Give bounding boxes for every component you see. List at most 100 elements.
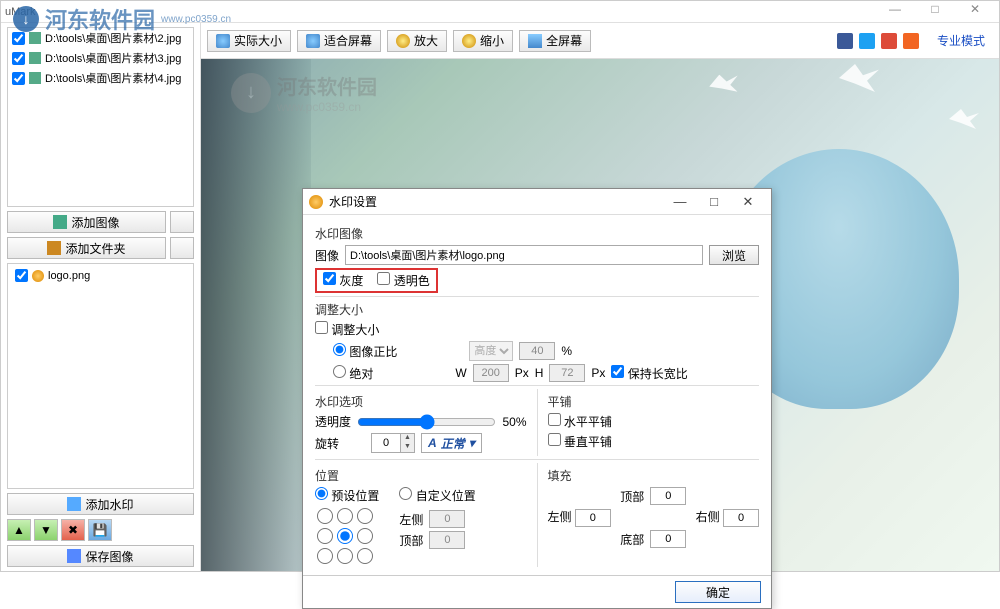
tile-v-checkbox[interactable]: [548, 433, 561, 446]
pos-br-radio[interactable]: [357, 548, 373, 564]
opacity-slider[interactable]: [357, 414, 496, 430]
image-label: 图像: [315, 247, 339, 264]
minimize-button[interactable]: —: [875, 2, 915, 22]
resize-checkbox[interactable]: [315, 321, 328, 334]
pad-right-input[interactable]: [723, 509, 759, 527]
ok-button[interactable]: 确定: [675, 581, 761, 603]
add-image-icon: [53, 215, 67, 229]
spin-down-icon[interactable]: ▼: [401, 443, 414, 452]
pos-mc-radio[interactable]: [337, 528, 353, 544]
browse-button[interactable]: 浏览: [709, 245, 759, 265]
position-grid: [317, 508, 379, 564]
save-image-button[interactable]: 保存图像: [7, 545, 194, 567]
dialog-maximize-button[interactable]: □: [697, 194, 731, 209]
proportional-radio[interactable]: [333, 343, 346, 356]
fullscreen-button[interactable]: 全屏幕: [519, 30, 591, 52]
fit-screen-button[interactable]: 适合屏幕: [297, 30, 381, 52]
highlight-box: 灰度 透明色: [315, 268, 438, 293]
spin-up-icon[interactable]: ▲: [401, 434, 414, 443]
watermark-name: logo.png: [48, 270, 90, 282]
custom-top-input[interactable]: [429, 531, 465, 549]
logo-icon: [32, 270, 44, 282]
opacity-value: 50%: [502, 415, 526, 429]
width-input[interactable]: [473, 364, 509, 382]
add-folder-button[interactable]: 添加文件夹: [7, 237, 166, 259]
grayscale-checkbox[interactable]: [323, 272, 336, 285]
zoom-in-button[interactable]: 放大: [387, 30, 447, 52]
pos-tr-radio[interactable]: [357, 508, 373, 524]
custom-left-label: 左侧: [399, 511, 423, 528]
height-input[interactable]: [549, 364, 585, 382]
file-row[interactable]: D:\tools\桌面\图片素材\3.jpg: [8, 48, 193, 68]
file-checkbox[interactable]: [12, 72, 25, 85]
preset-pos-radio-label[interactable]: 预设位置: [315, 489, 379, 503]
pro-mode-link[interactable]: 专业模式: [937, 32, 985, 49]
file-path: D:\tools\桌面\图片素材\2.jpg: [45, 30, 181, 46]
twitter-icon[interactable]: [859, 33, 875, 49]
custom-pos-radio[interactable]: [399, 487, 412, 500]
custom-left-input[interactable]: [429, 510, 465, 528]
proportion-value-input[interactable]: [519, 342, 555, 360]
pos-mr-radio[interactable]: [357, 528, 373, 544]
watermark-item[interactable]: logo.png: [11, 267, 190, 284]
pos-bl-radio[interactable]: [317, 548, 333, 564]
folder-icon: [47, 241, 61, 255]
file-row[interactable]: D:\tools\桌面\图片素材\2.jpg: [8, 28, 193, 48]
file-checkbox[interactable]: [12, 52, 25, 65]
remove-button[interactable]: [170, 237, 194, 259]
rotate-input[interactable]: [372, 434, 400, 452]
pad-left-input[interactable]: [575, 509, 611, 527]
px-unit: Px: [515, 366, 529, 380]
pad-bottom-input[interactable]: [650, 530, 686, 548]
dialog-minimize-button[interactable]: —: [663, 194, 697, 209]
dialog-close-button[interactable]: ✕: [731, 194, 765, 210]
googleplus-icon[interactable]: [881, 33, 897, 49]
rss-icon[interactable]: [903, 33, 919, 49]
actual-size-icon: [216, 34, 230, 48]
section-resize-label: 调整大小: [315, 301, 759, 318]
absolute-radio[interactable]: [333, 365, 346, 378]
dimension-select[interactable]: 高度: [469, 341, 513, 361]
pos-tl-radio[interactable]: [317, 508, 333, 524]
left-panel: D:\tools\桌面\图片素材\2.jpg D:\tools\桌面\图片素材\…: [1, 23, 201, 571]
keep-ratio-checkbox-label[interactable]: 保持长宽比: [611, 365, 687, 382]
pad-top-label: 顶部: [620, 488, 644, 505]
zoom-out-button[interactable]: 缩小: [453, 30, 513, 52]
resize-checkbox-label[interactable]: 调整大小: [315, 321, 379, 338]
transcolor-checkbox[interactable]: [377, 272, 390, 285]
transcolor-checkbox-label[interactable]: 透明色: [377, 272, 429, 289]
tile-v-checkbox-label[interactable]: 垂直平铺: [548, 433, 612, 450]
pad-top-input[interactable]: [650, 487, 686, 505]
dialog-title: 水印设置: [329, 193, 663, 210]
tile-h-checkbox-label[interactable]: 水平平铺: [548, 413, 612, 430]
maximize-button[interactable]: □: [915, 2, 955, 22]
move-down-button[interactable]: ▼: [34, 519, 58, 541]
save-preset-button[interactable]: 💾: [88, 519, 112, 541]
fullscreen-icon: [528, 34, 542, 48]
add-watermark-button[interactable]: 添加水印: [7, 493, 194, 515]
proportional-radio-label[interactable]: 图像正比: [333, 343, 397, 360]
pos-tc-radio[interactable]: [337, 508, 353, 524]
pos-bc-radio[interactable]: [337, 548, 353, 564]
flip-style-select[interactable]: A正常 ▾: [421, 433, 482, 453]
keep-ratio-checkbox[interactable]: [611, 365, 624, 378]
delete-button[interactable]: ✖: [61, 519, 85, 541]
add-image-button[interactable]: 添加图像: [7, 211, 166, 233]
custom-pos-radio-label[interactable]: 自定义位置: [399, 489, 475, 503]
confirm-add-button[interactable]: [170, 211, 194, 233]
move-up-button[interactable]: ▲: [7, 519, 31, 541]
rotate-spinner[interactable]: ▲▼: [371, 433, 415, 453]
image-path-input[interactable]: [345, 245, 703, 265]
absolute-radio-label[interactable]: 绝对: [333, 365, 373, 382]
actual-size-button[interactable]: 实际大小: [207, 30, 291, 52]
file-checkbox[interactable]: [12, 32, 25, 45]
tile-h-checkbox[interactable]: [548, 413, 561, 426]
grayscale-checkbox-label[interactable]: 灰度: [323, 272, 363, 289]
facebook-icon[interactable]: [837, 33, 853, 49]
file-row[interactable]: D:\tools\桌面\图片素材\4.jpg: [8, 68, 193, 88]
droplet-icon: [67, 497, 81, 511]
watermark-checkbox[interactable]: [15, 269, 28, 282]
preset-pos-radio[interactable]: [315, 487, 328, 500]
pos-ml-radio[interactable]: [317, 528, 333, 544]
close-button[interactable]: ✕: [955, 2, 995, 22]
